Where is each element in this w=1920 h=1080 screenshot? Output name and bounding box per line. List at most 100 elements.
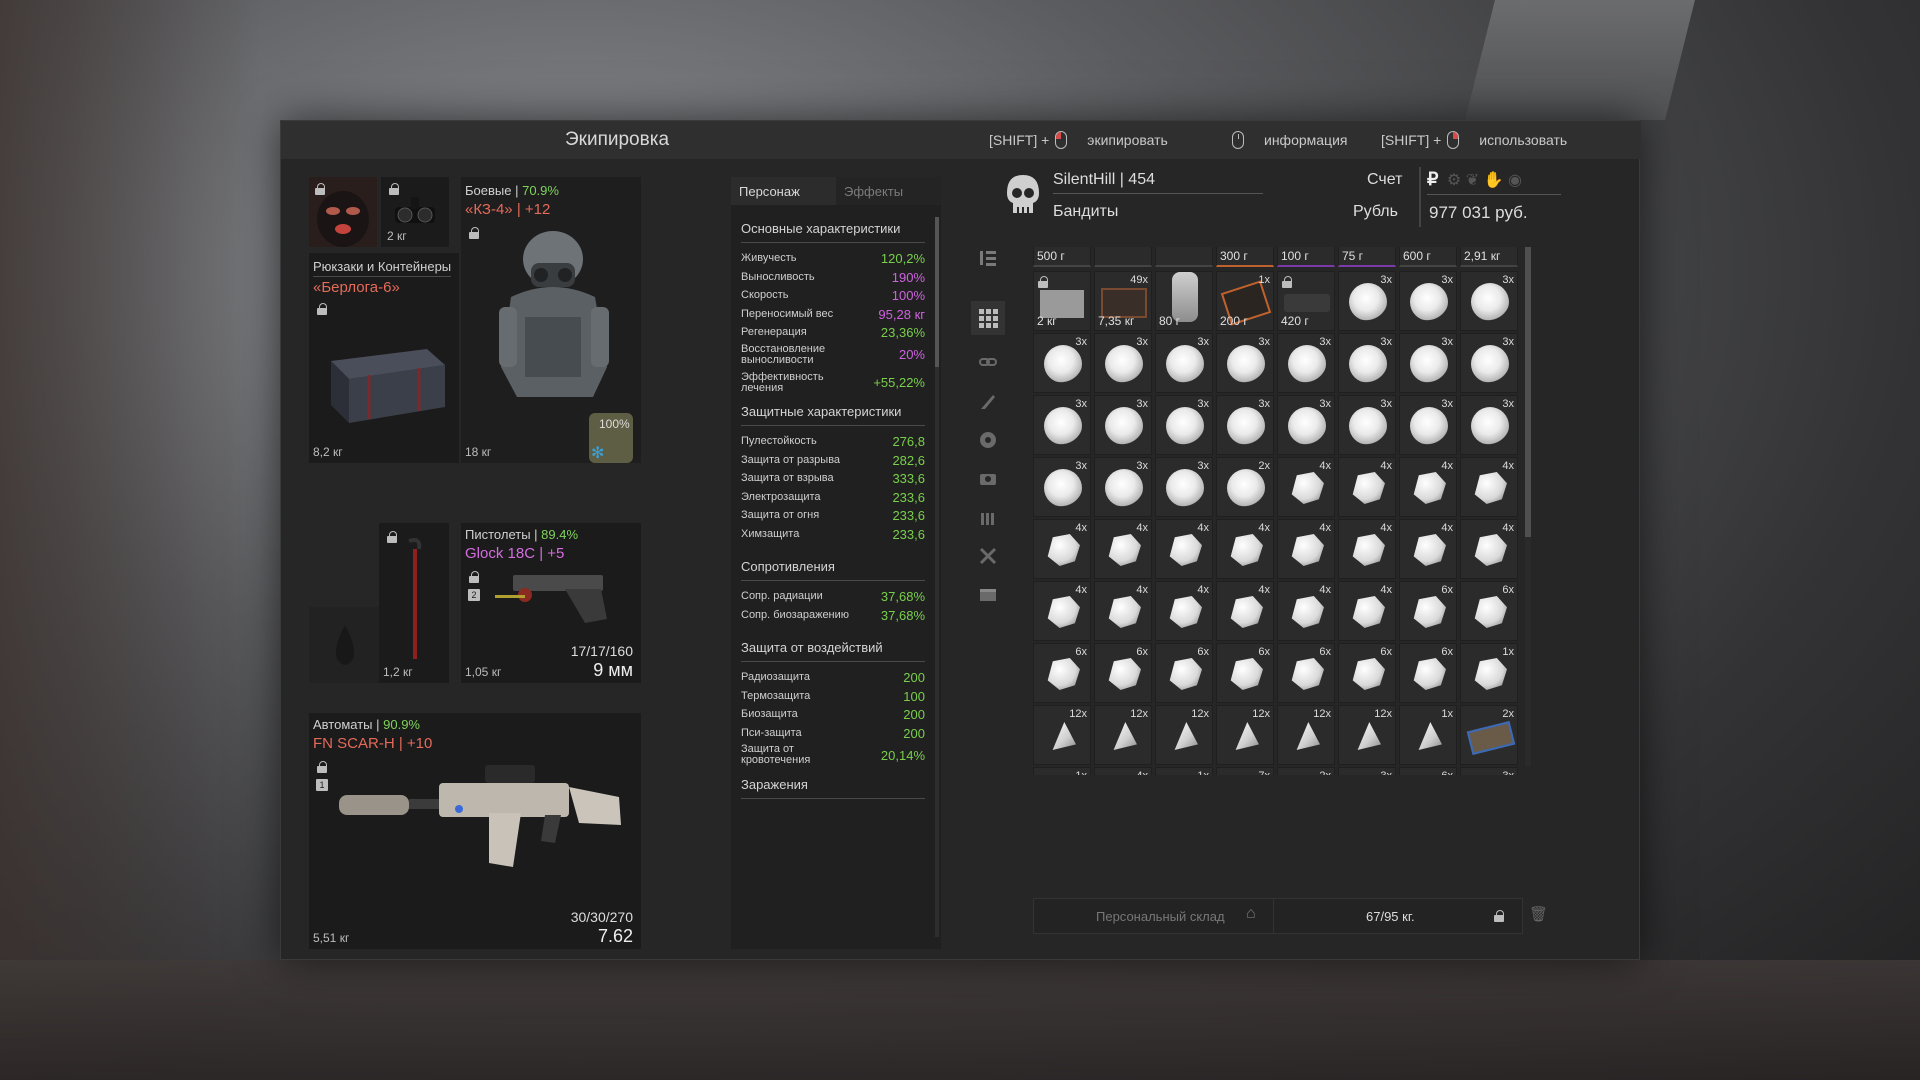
inventory-cell[interactable]: 4x (1216, 581, 1274, 641)
grid-view-tab[interactable] (971, 301, 1005, 335)
trash-icon[interactable]: 🗑 (1529, 905, 1548, 923)
inventory-cell[interactable]: 6x (1338, 643, 1396, 703)
inventory-cell[interactable]: 6x (1216, 643, 1274, 703)
pistol-slot[interactable]: Пистолеты | 89.4% Glock 18C | +5 2 17/17… (461, 523, 641, 683)
inventory-cell[interactable]: 4x (1460, 457, 1518, 517)
personal-storage-button[interactable]: Персональный склад ⌂ (1034, 899, 1274, 933)
inventory-cell[interactable]: 2x (1216, 457, 1274, 517)
inventory-cell[interactable]: 1x (1399, 705, 1457, 765)
inventory-cell[interactable]: 4x (1338, 519, 1396, 579)
inventory-cell[interactable]: 3x (1155, 333, 1213, 393)
inventory-cell[interactable]: 4x (1094, 581, 1152, 641)
inventory-cell[interactable]: 2x (1277, 767, 1335, 775)
inventory-cell[interactable]: 4x (1399, 519, 1457, 579)
inventory-cell[interactable]: 2,91 кг (1460, 247, 1518, 267)
inventory-cell[interactable]: 1x (1460, 643, 1518, 703)
inventory-cell[interactable]: 3x (1094, 457, 1152, 517)
inventory-cell[interactable]: 75 г (1338, 247, 1396, 267)
armor-module[interactable]: 100% ✻ (589, 413, 633, 463)
inventory-cell[interactable]: 3x (1338, 767, 1396, 775)
gear-currency-icon[interactable]: ⚙ (1447, 172, 1461, 189)
coin-currency-icon[interactable]: ◉ (1508, 172, 1522, 189)
inventory-cell[interactable]: 3x (1460, 333, 1518, 393)
lock-icon[interactable] (1494, 910, 1504, 922)
inventory-cell[interactable]: 3x (1277, 333, 1335, 393)
inventory-cell[interactable] (1155, 247, 1213, 267)
link-icon[interactable] (977, 351, 999, 373)
inventory-cell[interactable]: 4x (1216, 519, 1274, 579)
inventory-grid[interactable]: 500 г 300 г 100 г 75 г 600 г 2,91 кг 2 кг 49x 7,… (1033, 247, 1523, 775)
inventory-cell[interactable]: 1x (1033, 767, 1091, 775)
inventory-cell[interactable]: 3x (1033, 333, 1091, 393)
knife-icon[interactable] (977, 391, 999, 413)
rifle-slot[interactable]: Автоматы | 90.9% FN SCAR-H | +10 1 30/30… (309, 713, 641, 949)
inventory-cell[interactable]: 4x (1277, 581, 1335, 641)
inventory-cell[interactable]: 6x (1094, 643, 1152, 703)
inventory-cell[interactable]: 2 кг (1033, 271, 1091, 331)
inventory-cell[interactable]: 4x (1155, 519, 1213, 579)
inventory-cell[interactable]: 6x (1155, 643, 1213, 703)
ammo-icon[interactable] (977, 507, 999, 529)
inventory-cell[interactable]: 80 г (1155, 271, 1213, 331)
inventory-cell[interactable]: 2x (1460, 705, 1518, 765)
inventory-cell[interactable]: 6x (1399, 643, 1457, 703)
artifact-icon[interactable] (977, 429, 999, 451)
melee-slot[interactable]: 1,2 кг (379, 523, 449, 683)
inventory-cell[interactable]: 3x (1277, 395, 1335, 455)
inventory-cell[interactable]: 4x (1277, 519, 1335, 579)
sort-icon[interactable] (977, 247, 999, 269)
inventory-cell[interactable]: 420 г (1277, 271, 1335, 331)
face-slot[interactable] (309, 177, 377, 247)
inventory-cell[interactable]: 7x (1216, 767, 1274, 775)
inventory-cell[interactable]: 3x (1460, 767, 1518, 775)
inventory-cell[interactable]: 600 г (1399, 247, 1457, 267)
inventory-cell[interactable]: 12x (1094, 705, 1152, 765)
inventory-cell[interactable]: 3x (1338, 271, 1396, 331)
inventory-cell[interactable]: 500 г (1033, 247, 1091, 267)
inventory-cell[interactable]: 3x (1338, 395, 1396, 455)
inventory-scrollbar[interactable] (1525, 247, 1531, 767)
inventory-cell[interactable]: 3x (1094, 333, 1152, 393)
inventory-cell[interactable]: 12x (1338, 705, 1396, 765)
armor-slot[interactable]: Боевые | 70.9% «КЗ-4» | +12 100% ✻ 18 кг (461, 177, 641, 463)
inventory-cell[interactable]: 4x (1338, 581, 1396, 641)
inventory-cell[interactable] (1094, 247, 1152, 267)
inventory-cell[interactable]: 4x (1094, 519, 1152, 579)
box-icon[interactable] (977, 583, 999, 605)
inventory-cell[interactable]: 4x (1399, 457, 1457, 517)
inventory-cell[interactable]: 6x (1277, 643, 1335, 703)
tab-character[interactable]: Персонаж (731, 177, 836, 205)
hand-currency-icon[interactable]: ✋ (1484, 172, 1504, 189)
inventory-cell[interactable]: 3x (1216, 333, 1274, 393)
inventory-cell[interactable]: 300 г (1216, 247, 1274, 267)
inventory-cell[interactable]: 6x (1399, 767, 1457, 775)
inventory-cell[interactable]: 3x (1399, 395, 1457, 455)
inventory-cell[interactable]: 6x (1399, 581, 1457, 641)
inventory-cell[interactable]: 3x (1155, 457, 1213, 517)
inventory-cell[interactable]: 12x (1033, 705, 1091, 765)
inventory-cell[interactable]: 3x (1094, 395, 1152, 455)
inventory-cell[interactable]: 3x (1460, 271, 1518, 331)
ruble-icon[interactable]: ₽ (1427, 169, 1438, 189)
grenade-slot[interactable] (309, 607, 381, 683)
inventory-cell[interactable]: 4x (1033, 519, 1091, 579)
inventory-cell[interactable]: 4x (1338, 457, 1396, 517)
tab-effects[interactable]: Эффекты (836, 177, 941, 205)
inventory-cell[interactable]: 4x (1094, 767, 1152, 775)
inventory-cell[interactable]: 12x (1216, 705, 1274, 765)
stats-scrollbar[interactable] (935, 217, 939, 937)
inventory-cell[interactable]: 3x (1460, 395, 1518, 455)
inventory-cell[interactable]: 100 г (1277, 247, 1335, 267)
inventory-cell[interactable]: 12x (1277, 705, 1335, 765)
tools-icon[interactable] (977, 545, 999, 567)
inventory-cell[interactable]: 4x (1155, 581, 1213, 641)
backpack-slot[interactable]: Рюкзаки и Контейнеры «Берлога-6» 8,2 кг (309, 253, 459, 463)
inventory-cell[interactable]: 6x (1460, 581, 1518, 641)
leaf-currency-icon[interactable]: ❦ (1466, 172, 1479, 189)
inventory-cell[interactable]: 1x 200 г (1216, 271, 1274, 331)
inventory-cell[interactable]: 4x (1033, 581, 1091, 641)
inventory-cell[interactable]: 3x (1033, 395, 1091, 455)
inventory-cell[interactable]: 3x (1155, 395, 1213, 455)
inventory-cell[interactable]: 3x (1399, 333, 1457, 393)
inventory-cell[interactable]: 3x (1399, 271, 1457, 331)
